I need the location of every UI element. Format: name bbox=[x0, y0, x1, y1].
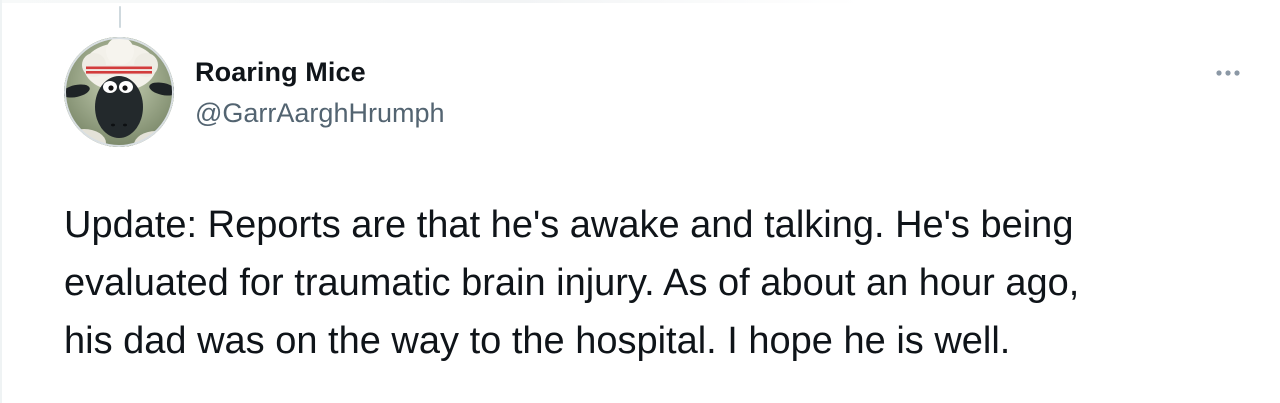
author-handle[interactable]: @GarrAarghHrumph bbox=[195, 95, 445, 131]
author-avatar[interactable] bbox=[64, 37, 174, 147]
more-options-button[interactable] bbox=[1208, 62, 1248, 84]
sheep-avatar-icon bbox=[64, 37, 174, 147]
tweet-card[interactable]: Roaring Mice @GarrAarghHrumph Update: Re… bbox=[0, 0, 1280, 403]
tweet-header: Roaring Mice @GarrAarghHrumph bbox=[195, 55, 445, 131]
top-divider bbox=[2, 0, 862, 3]
author-display-name[interactable]: Roaring Mice bbox=[195, 55, 445, 89]
more-options-icon bbox=[1216, 70, 1240, 76]
tweet-text: Update: Reports are that he's awake and … bbox=[64, 204, 1080, 362]
thread-connector-line bbox=[119, 6, 121, 28]
